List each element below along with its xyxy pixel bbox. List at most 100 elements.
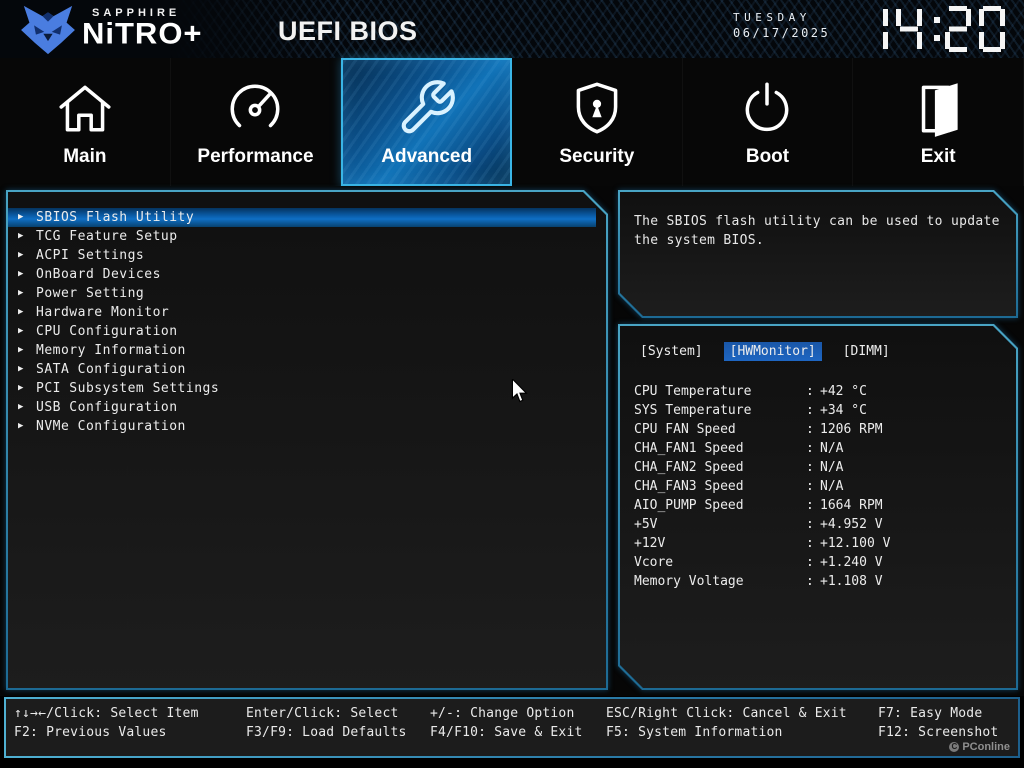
monitor-row: CHA_FAN1 Speed:N/A <box>634 439 1008 458</box>
content-area: ▶SBIOS Flash Utility▶TCG Feature Setup▶A… <box>0 186 1024 696</box>
monitor-label: +5V <box>634 517 806 532</box>
menu-item-label: Hardware Monitor <box>36 305 169 320</box>
shortcut-hint: +/-: Change Option <box>430 706 606 725</box>
monitor-value: N/A <box>820 441 843 456</box>
menu-item-usb-configuration[interactable]: ▶USB Configuration <box>8 398 596 417</box>
monitor-tab-hwmonitor[interactable]: [HWMonitor] <box>724 342 822 361</box>
tab-label: Advanced <box>381 146 472 168</box>
monitor-label: CHA_FAN3 Speed <box>634 479 806 494</box>
tab-advanced[interactable]: Advanced <box>341 58 512 186</box>
clock-display <box>862 6 1013 52</box>
watermark: C PConline <box>949 741 1010 753</box>
tab-label: Boot <box>746 146 789 168</box>
shortcut-hint: F2: Previous Values <box>14 725 246 744</box>
tab-label: Main <box>63 146 106 168</box>
monitor-label: CPU Temperature <box>634 384 806 399</box>
monitor-rows: CPU Temperature:+42 °CSYS Temperature:+3… <box>634 382 1008 591</box>
menu-item-pci-subsystem-settings[interactable]: ▶PCI Subsystem Settings <box>8 379 596 398</box>
menu-item-label: NVMe Configuration <box>36 419 186 434</box>
date-display: TUESDAY 06/17/2025 <box>733 10 859 41</box>
tab-security[interactable]: Security <box>512 58 683 186</box>
monitor-value: N/A <box>820 460 843 475</box>
monitor-value: +1.108 V <box>820 574 883 589</box>
shortcut-hint: Enter/Click: Select <box>246 706 430 725</box>
monitor-row: SYS Temperature:+34 °C <box>634 401 1008 420</box>
monitor-tabs: [System] [HWMonitor] [DIMM] <box>634 342 896 361</box>
home-icon <box>54 77 116 139</box>
menu-item-label: ACPI Settings <box>36 248 144 263</box>
speedometer-icon <box>224 77 286 139</box>
monitor-row: Vcore:+1.240 V <box>634 553 1008 572</box>
menu-item-power-setting[interactable]: ▶Power Setting <box>8 284 596 303</box>
monitor-label: CPU FAN Speed <box>634 422 806 437</box>
monitor-row: CHA_FAN3 Speed:N/A <box>634 477 1008 496</box>
menu-item-label: SATA Configuration <box>36 362 186 377</box>
monitor-value: +34 °C <box>820 403 867 418</box>
submenu-arrow-icon: ▶ <box>18 289 36 298</box>
monitor-value: N/A <box>820 479 843 494</box>
menu-item-nvme-configuration[interactable]: ▶NVMe Configuration <box>8 417 596 436</box>
menu-item-label: Memory Information <box>36 343 186 358</box>
monitor-value: 1206 RPM <box>820 422 883 437</box>
brand-nitro: NiTRO+ <box>82 17 203 52</box>
wrench-icon <box>396 77 458 139</box>
help-panel: The SBIOS flash utility can be used to u… <box>618 190 1018 318</box>
menu-item-hardware-monitor[interactable]: ▶Hardware Monitor <box>8 303 596 322</box>
monitor-value: +1.240 V <box>820 555 883 570</box>
monitor-tab-dimm[interactable]: [DIMM] <box>837 342 896 361</box>
menu-item-onboard-devices[interactable]: ▶OnBoard Devices <box>8 265 596 284</box>
monitor-label: +12V <box>634 536 806 551</box>
mouse-cursor-icon <box>509 379 531 403</box>
submenu-arrow-icon: ▶ <box>18 384 36 393</box>
shortcut-grid: ↑↓→←/Click: Select ItemEnter/Click: Sele… <box>14 706 1014 744</box>
submenu-arrow-icon: ▶ <box>18 232 36 241</box>
sapphire-nitro-logo-icon <box>16 4 80 56</box>
monitor-label: Memory Voltage <box>634 574 806 589</box>
monitor-row: CPU FAN Speed:1206 RPM <box>634 420 1008 439</box>
submenu-arrow-icon: ▶ <box>18 327 36 336</box>
header-bar: SAPPHIRE NiTRO+ UEFI BIOS TUESDAY 06/17/… <box>0 0 1024 58</box>
menu-item-label: CPU Configuration <box>36 324 178 339</box>
menu-item-memory-information[interactable]: ▶Memory Information <box>8 341 596 360</box>
submenu-arrow-icon: ▶ <box>18 365 36 374</box>
monitor-tab-system[interactable]: [System] <box>634 342 709 361</box>
date-text: 06/17/2025 <box>733 25 859 41</box>
menu-item-acpi-settings[interactable]: ▶ACPI Settings <box>8 246 596 265</box>
monitor-row: +5V:+4.952 V <box>634 515 1008 534</box>
monitor-label: SYS Temperature <box>634 403 806 418</box>
exit-door-icon <box>907 77 969 139</box>
shortcut-hint: ↑↓→←/Click: Select Item <box>14 706 246 725</box>
hardware-monitor-panel: [System] [HWMonitor] [DIMM] CPU Temperatur… <box>618 324 1018 690</box>
help-line: the system BIOS. <box>634 231 1004 250</box>
monitor-row: CHA_FAN2 Speed:N/A <box>634 458 1008 477</box>
submenu-arrow-icon: ▶ <box>18 270 36 279</box>
settings-menu-list: ▶SBIOS Flash Utility▶TCG Feature Setup▶A… <box>8 208 596 436</box>
seven-segment-time <box>862 6 1013 52</box>
monitor-label: CHA_FAN1 Speed <box>634 441 806 456</box>
menu-item-sata-configuration[interactable]: ▶SATA Configuration <box>8 360 596 379</box>
tab-main[interactable]: Main <box>0 58 171 186</box>
menu-item-sbios-flash-utility[interactable]: ▶SBIOS Flash Utility <box>8 208 596 227</box>
shortcut-hint: F7: Easy Mode <box>878 706 1014 725</box>
shortcut-bar: ↑↓→←/Click: Select ItemEnter/Click: Sele… <box>4 697 1020 758</box>
monitor-label: Vcore <box>634 555 806 570</box>
shortcut-hint: F5: System Information <box>606 725 878 744</box>
menu-item-label: USB Configuration <box>36 400 178 415</box>
submenu-arrow-icon: ▶ <box>18 251 36 260</box>
tab-performance[interactable]: Performance <box>171 58 342 186</box>
shield-lock-icon <box>566 77 628 139</box>
settings-menu-panel: ▶SBIOS Flash Utility▶TCG Feature Setup▶A… <box>6 190 608 690</box>
monitor-value: +12.100 V <box>820 536 890 551</box>
menu-item-cpu-configuration[interactable]: ▶CPU Configuration <box>8 322 596 341</box>
weekday-text: TUESDAY <box>733 10 859 25</box>
submenu-arrow-icon: ▶ <box>18 346 36 355</box>
tab-boot[interactable]: Boot <box>683 58 854 186</box>
menu-item-tcg-feature-setup[interactable]: ▶TCG Feature Setup <box>8 227 596 246</box>
monitor-label: AIO_PUMP Speed <box>634 498 806 513</box>
tab-exit[interactable]: Exit <box>853 58 1024 186</box>
monitor-value: +4.952 V <box>820 517 883 532</box>
menu-item-label: SBIOS Flash Utility <box>36 210 194 225</box>
help-line: The SBIOS flash utility can be used to u… <box>634 212 1004 231</box>
monitor-value: +42 °C <box>820 384 867 399</box>
menu-item-label: TCG Feature Setup <box>36 229 178 244</box>
